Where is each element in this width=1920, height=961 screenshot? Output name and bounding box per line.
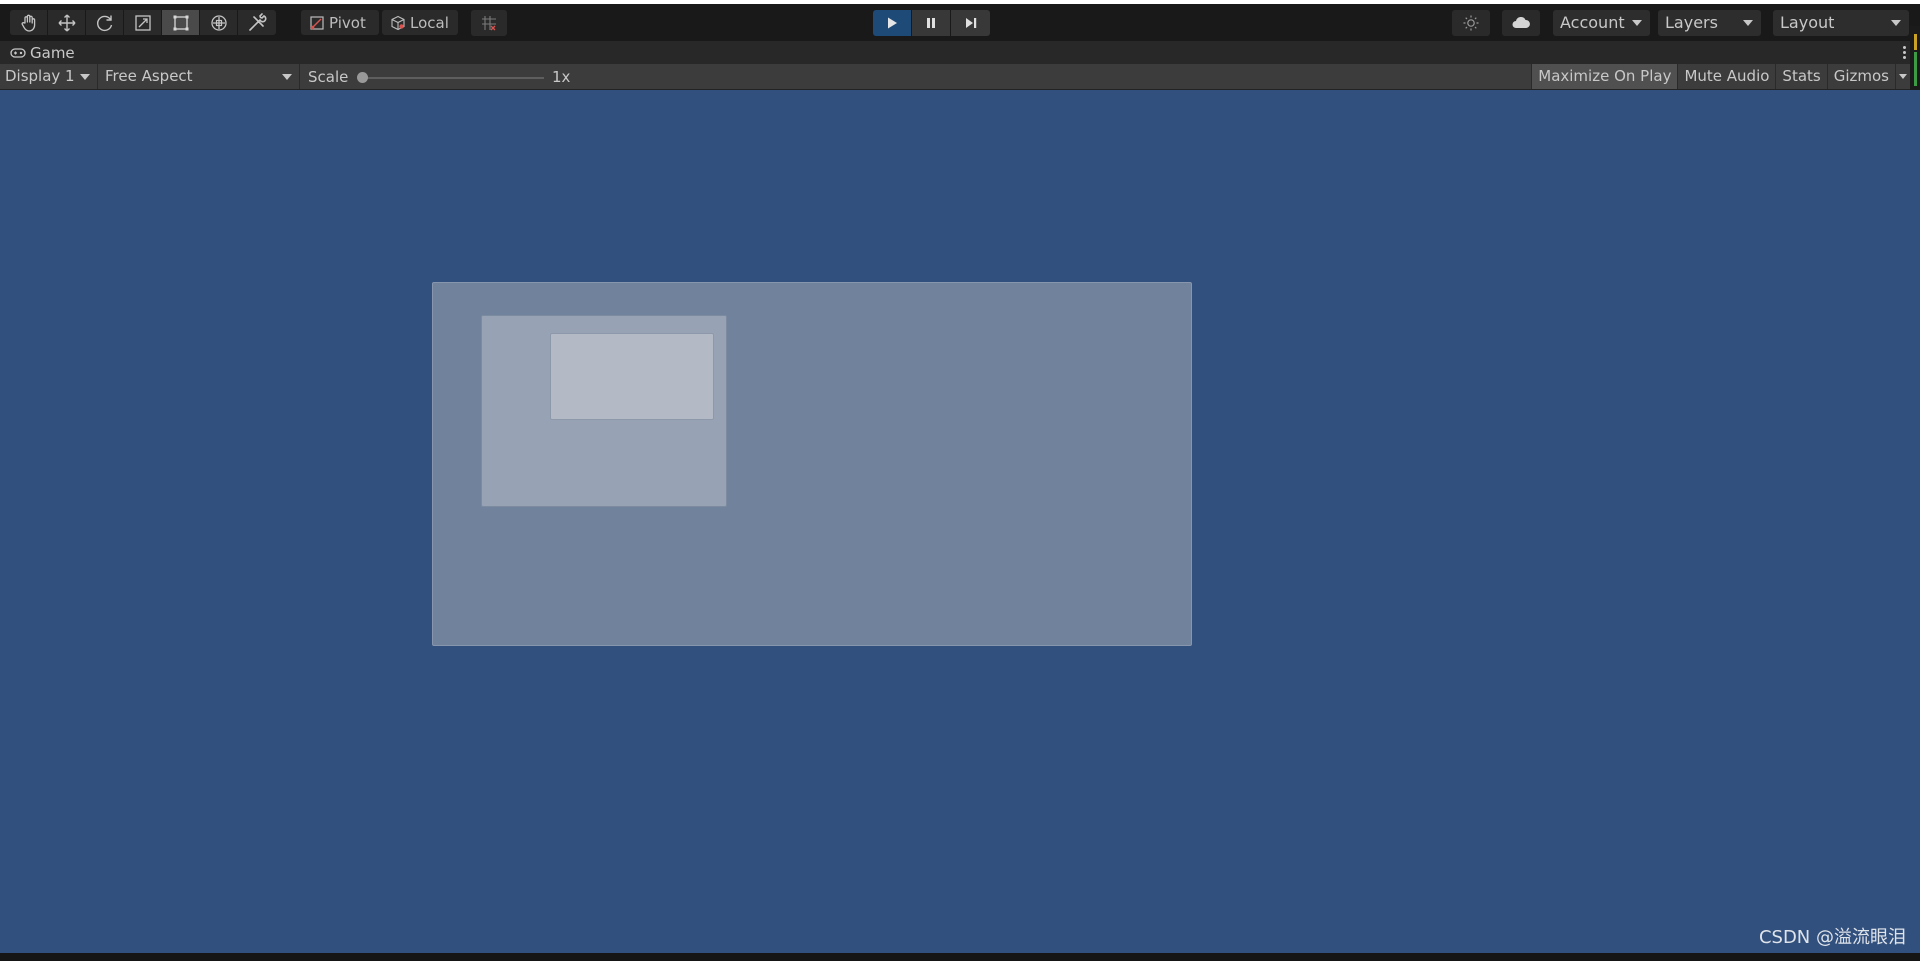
tab-game[interactable]: Game (0, 41, 75, 64)
unity-editor-window: Pivot Local Account Layers Layout Game D… (0, 0, 1920, 961)
scale-icon (134, 14, 151, 31)
pivot-icon (309, 15, 325, 31)
transform-tool-button[interactable] (200, 10, 238, 35)
account-dropdown[interactable]: Account (1553, 10, 1650, 36)
layers-label: Layers (1665, 13, 1718, 32)
chevron-down-icon (282, 74, 292, 80)
ui-panel-inner (550, 333, 714, 420)
layout-dropdown[interactable]: Layout (1773, 10, 1909, 36)
csdn-watermark: CSDN @溢流眼泪 (1758, 927, 1906, 948)
rect-tool-button[interactable] (162, 10, 200, 35)
tab-game-label: Game (30, 43, 75, 62)
game-viewport[interactable]: CSDN @溢流眼泪 (0, 90, 1920, 953)
scale-label: Scale (308, 68, 349, 86)
gizmos-toggle[interactable]: Gizmos (1826, 64, 1895, 89)
layout-label: Layout (1780, 13, 1835, 32)
chevron-down-icon (1891, 20, 1901, 26)
main-toolbar: Pivot Local Account Layers Layout (0, 4, 1920, 41)
tools-icon (249, 12, 267, 31)
layers-dropdown[interactable]: Layers (1658, 10, 1761, 36)
hand-tool-button[interactable] (10, 10, 48, 35)
play-controls (873, 10, 990, 36)
gizmos-menu-caret[interactable] (1895, 64, 1907, 89)
display-label: Display 1 (5, 67, 75, 85)
account-label: Account (1560, 13, 1625, 32)
game-view-toolbar: Display 1 Free Aspect Scale 1x Maximize … (0, 64, 1920, 90)
game-view-toggles: Maximize On Play Mute Audio Stats Gizmos (1531, 64, 1907, 89)
chevron-down-icon (1632, 20, 1642, 26)
aspect-dropdown[interactable]: Free Aspect (100, 64, 300, 89)
display-dropdown[interactable]: Display 1 (0, 64, 98, 89)
custom-tool-button[interactable] (238, 10, 276, 35)
gamepad-icon (10, 47, 26, 59)
step-icon (965, 18, 976, 28)
pivot-label: Pivot (329, 13, 366, 32)
cloud-button[interactable] (1502, 10, 1540, 36)
audio-level-meter (1910, 26, 1920, 94)
stats-toggle[interactable]: Stats (1775, 64, 1826, 89)
scale-value: 1x (552, 68, 571, 86)
scale-slider-track[interactable] (360, 77, 544, 79)
sun-icon (1463, 15, 1479, 31)
rotate-icon (96, 15, 112, 31)
pause-button[interactable] (912, 10, 951, 36)
aspect-label: Free Aspect (105, 67, 193, 85)
services-button[interactable] (1452, 10, 1490, 36)
transform-icon (210, 14, 227, 31)
game-tab-bar: Game (0, 41, 1920, 64)
local-label: Local (410, 13, 449, 32)
local-cube-icon (390, 15, 406, 31)
move-icon (58, 14, 75, 31)
transform-tools-group (10, 10, 276, 35)
scale-slider-thumb[interactable] (357, 72, 368, 83)
chevron-down-icon (80, 74, 90, 80)
cloud-icon (1512, 16, 1530, 28)
local-toggle-button[interactable]: Local (382, 10, 458, 35)
step-button[interactable] (951, 10, 990, 36)
pivot-toggle-button[interactable]: Pivot (301, 10, 379, 35)
more-options-icon[interactable] (1903, 46, 1906, 59)
rect-transform-icon (173, 15, 188, 30)
play-button[interactable] (873, 10, 912, 36)
scale-tool-button[interactable] (124, 10, 162, 35)
rotate-tool-button[interactable] (86, 10, 124, 35)
status-bar (0, 953, 1920, 961)
pause-icon (927, 18, 935, 28)
play-icon (888, 17, 897, 29)
grid-snap-button[interactable] (471, 10, 507, 36)
grid-snap-icon (482, 16, 496, 31)
hand-icon (21, 14, 35, 32)
chevron-down-icon (1743, 20, 1753, 26)
maximize-on-play-toggle[interactable]: Maximize On Play (1531, 64, 1678, 89)
mute-audio-toggle[interactable]: Mute Audio (1677, 64, 1775, 89)
move-tool-button[interactable] (48, 10, 86, 35)
